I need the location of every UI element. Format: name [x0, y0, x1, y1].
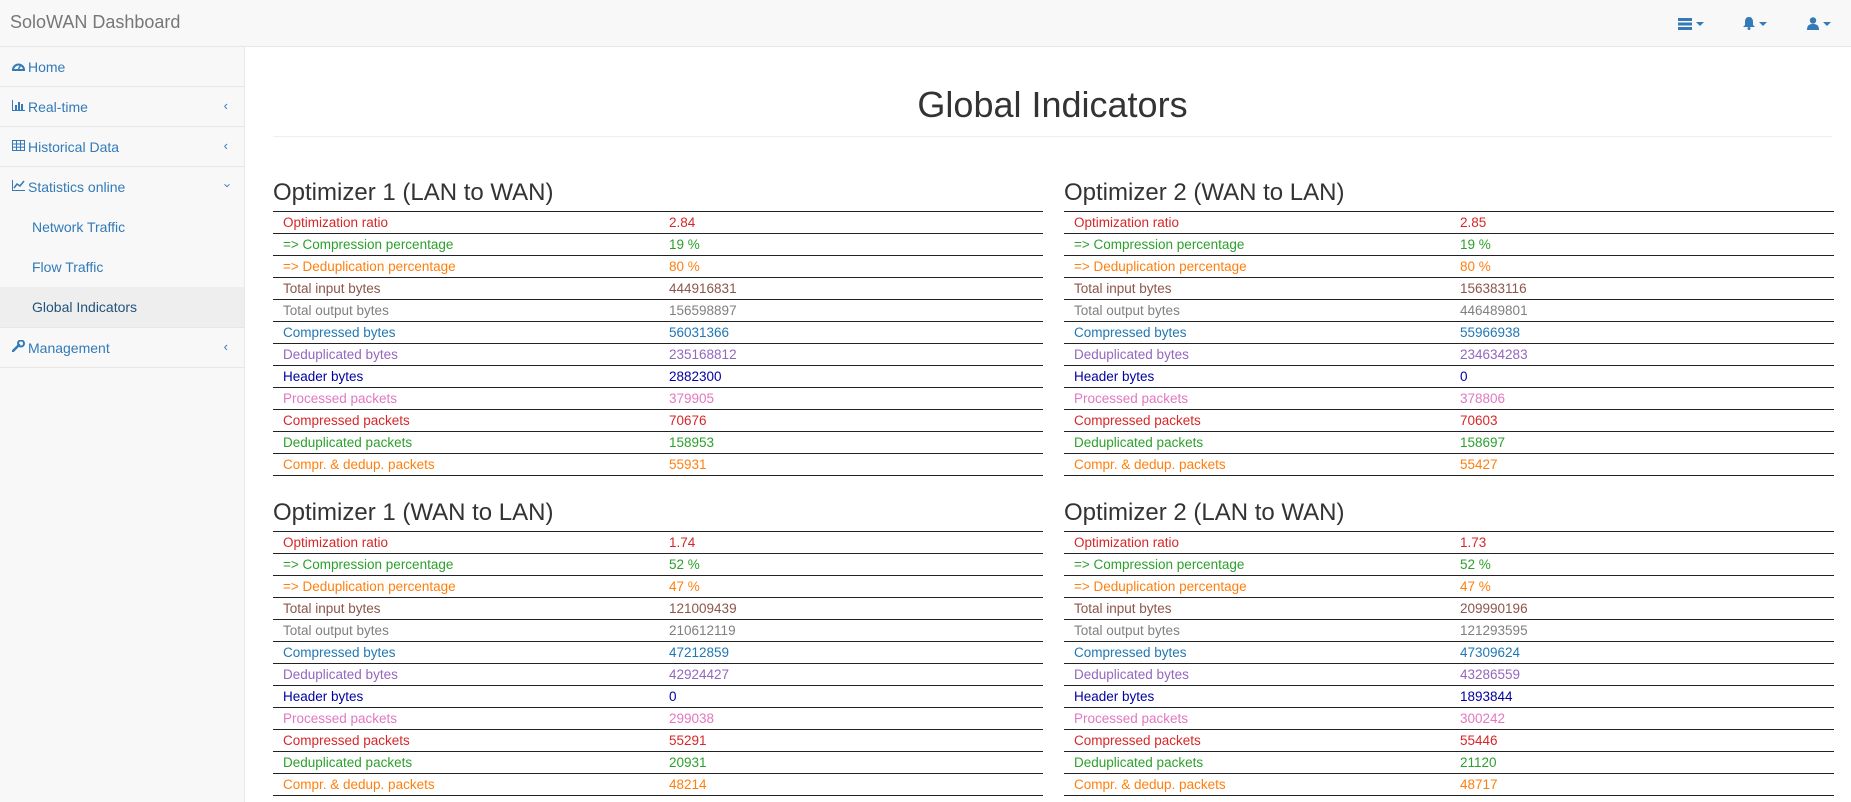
table-row: Processed packets 300242	[1064, 707, 1834, 730]
top-navbar: SoloWAN Dashboard	[0, 0, 1851, 47]
sidebar-item-management[interactable]: Management ‹	[0, 328, 244, 368]
table-row: Deduplicated packets 158697	[1064, 431, 1834, 454]
table-row: Total input bytes 209990196	[1064, 597, 1834, 620]
chevron-down-icon	[1696, 21, 1704, 26]
table-row: Compr. & dedup. packets 48214	[273, 773, 1043, 796]
table-row: => Compression percentage 52 %	[273, 553, 1043, 576]
dashboard-icon	[10, 60, 26, 74]
bar-chart-icon	[10, 99, 26, 114]
wrench-icon	[10, 339, 26, 355]
table-row: Total output bytes 446489801	[1064, 299, 1834, 322]
table-row: => Deduplication percentage 47 %	[1064, 575, 1834, 598]
indicator-panel: Optimizer 2 (LAN to WAN) Optimization ra…	[1064, 495, 1834, 796]
page-title: Global Indicators	[273, 84, 1832, 137]
sidebar-item-label: Real-time	[28, 98, 88, 115]
table-row: => Compression percentage 19 %	[273, 233, 1043, 256]
indicator-table: Optimization ratio 2.85 => Compression pe…	[1064, 211, 1834, 476]
table-row: Deduplicated packets 21120	[1064, 751, 1834, 774]
table-row: Processed packets 379905	[273, 387, 1043, 410]
indicator-panel: Optimizer 2 (WAN to LAN) Optimization ra…	[1064, 175, 1834, 476]
table-row: Deduplicated packets 20931	[273, 751, 1043, 774]
table-row: Compr. & dedup. packets 48717	[1064, 773, 1834, 796]
table-row: Total output bytes 210612119	[273, 619, 1043, 642]
sidebar-subitem-global-indicators[interactable]: Global Indicators	[0, 287, 244, 327]
main-content: Global Indicators Optimizer 1 (LAN to WA…	[245, 47, 1851, 802]
table-row: Header bytes 2882300	[273, 365, 1043, 388]
indicator-table: Optimization ratio 1.74 => Compression pe…	[273, 531, 1043, 796]
table-row: Optimization ratio 1.73	[1064, 531, 1834, 554]
indicator-panel: Optimizer 1 (LAN to WAN) Optimization ra…	[273, 175, 1043, 476]
brand-title[interactable]: SoloWAN Dashboard	[10, 12, 180, 33]
alerts-dropdown[interactable]	[1723, 0, 1787, 47]
panel-title: Optimizer 2 (LAN to WAN)	[1064, 499, 1345, 526]
table-row: Deduplicated packets 158953	[273, 431, 1043, 454]
table-row: Total output bytes 156598897	[273, 299, 1043, 322]
table-row: Compressed bytes 56031366	[273, 321, 1043, 344]
sidebar-item-statistics-online[interactable]: Statistics online ‹	[0, 167, 244, 207]
line-chart-icon	[10, 180, 26, 194]
table-row: Compressed bytes 47212859	[273, 641, 1043, 664]
sidebar-item-label: Historical Data	[28, 138, 120, 155]
tasks-icon	[1678, 17, 1692, 30]
table-row: => Deduplication percentage 47 %	[273, 575, 1043, 598]
panel-title: Optimizer 1 (LAN to WAN)	[273, 179, 554, 206]
bell-icon	[1743, 17, 1755, 30]
table-row: Optimization ratio 2.84	[273, 211, 1043, 234]
table-row: Compressed packets 70603	[1064, 409, 1834, 432]
table-row: Processed packets 378806	[1064, 387, 1834, 410]
table-row: Total input bytes 121009439	[273, 597, 1043, 620]
table-row: Total input bytes 444916831	[273, 277, 1043, 300]
table-row: Total output bytes 121293595	[1064, 619, 1834, 642]
chevron-down-icon: ‹	[218, 183, 234, 188]
table-row: => Compression percentage 52 %	[1064, 553, 1834, 576]
top-icons	[1659, 0, 1851, 47]
table-row: Deduplicated bytes 234634283	[1064, 343, 1834, 366]
chevron-down-icon	[1759, 21, 1767, 26]
table-row: Deduplicated bytes 235168812	[273, 343, 1043, 366]
indicator-table: Optimization ratio 1.73 => Compression pe…	[1064, 531, 1834, 796]
chevron-left-icon: ‹	[223, 98, 228, 113]
table-row: Processed packets 299038	[273, 707, 1043, 730]
sidebar-item-real-time[interactable]: Real-time ‹	[0, 87, 244, 127]
sidebar-subitem-network-traffic[interactable]: Network Traffic	[0, 207, 244, 247]
table-row: Header bytes 0	[1064, 365, 1834, 388]
table-row: Optimization ratio 2.85	[1064, 211, 1834, 234]
tasks-dropdown[interactable]	[1659, 0, 1723, 47]
panel-title: Optimizer 1 (WAN to LAN)	[273, 499, 554, 526]
table-row: Deduplicated bytes 43286559	[1064, 663, 1834, 686]
user-icon	[1807, 17, 1819, 30]
table-row: => Compression percentage 19 %	[1064, 233, 1834, 256]
table-row: Compressed packets 55446	[1064, 729, 1834, 752]
statistics-submenu: Network Traffic Flow Traffic Global Indi…	[0, 207, 244, 328]
table-row: Total input bytes 156383116	[1064, 277, 1834, 300]
table-row: Optimization ratio 1.74	[273, 531, 1043, 554]
table-row: Compr. & dedup. packets 55427	[1064, 453, 1834, 476]
sidebar-item-label: Statistics online	[28, 179, 126, 195]
sidebar-subitem-flow-traffic[interactable]: Flow Traffic	[0, 247, 244, 287]
sidebar-item-label: Management	[28, 339, 110, 356]
panel-title: Optimizer 2 (WAN to LAN)	[1064, 179, 1345, 206]
user-dropdown[interactable]	[1787, 0, 1851, 47]
indicator-panel: Optimizer 1 (WAN to LAN) Optimization ra…	[273, 495, 1043, 796]
indicator-table: Optimization ratio 2.84 => Compression pe…	[273, 211, 1043, 476]
chevron-left-icon: ‹	[223, 138, 228, 153]
table-row: Compressed packets 55291	[273, 729, 1043, 752]
table-row: Header bytes 0	[273, 685, 1043, 708]
sidebar-item-home[interactable]: Home	[0, 47, 244, 87]
table-row: Deduplicated bytes 42924427	[273, 663, 1043, 686]
chevron-down-icon	[1823, 21, 1831, 26]
chevron-left-icon: ‹	[223, 339, 228, 354]
sidebar-item-label: Home	[28, 58, 66, 75]
table-row: Compressed bytes 47309624	[1064, 641, 1834, 664]
table-icon	[10, 139, 26, 154]
table-row: => Deduplication percentage 80 %	[1064, 255, 1834, 278]
table-row: Compr. & dedup. packets 55931	[273, 453, 1043, 476]
table-row: Compressed bytes 55966938	[1064, 321, 1834, 344]
table-row: Header bytes 1893844	[1064, 685, 1834, 708]
sidebar: Home Real-time ‹ Historical Data ‹ Stati…	[0, 47, 245, 802]
sidebar-item-historical-data[interactable]: Historical Data ‹	[0, 127, 244, 167]
table-row: Compressed packets 70676	[273, 409, 1043, 432]
table-row: => Deduplication percentage 80 %	[273, 255, 1043, 278]
